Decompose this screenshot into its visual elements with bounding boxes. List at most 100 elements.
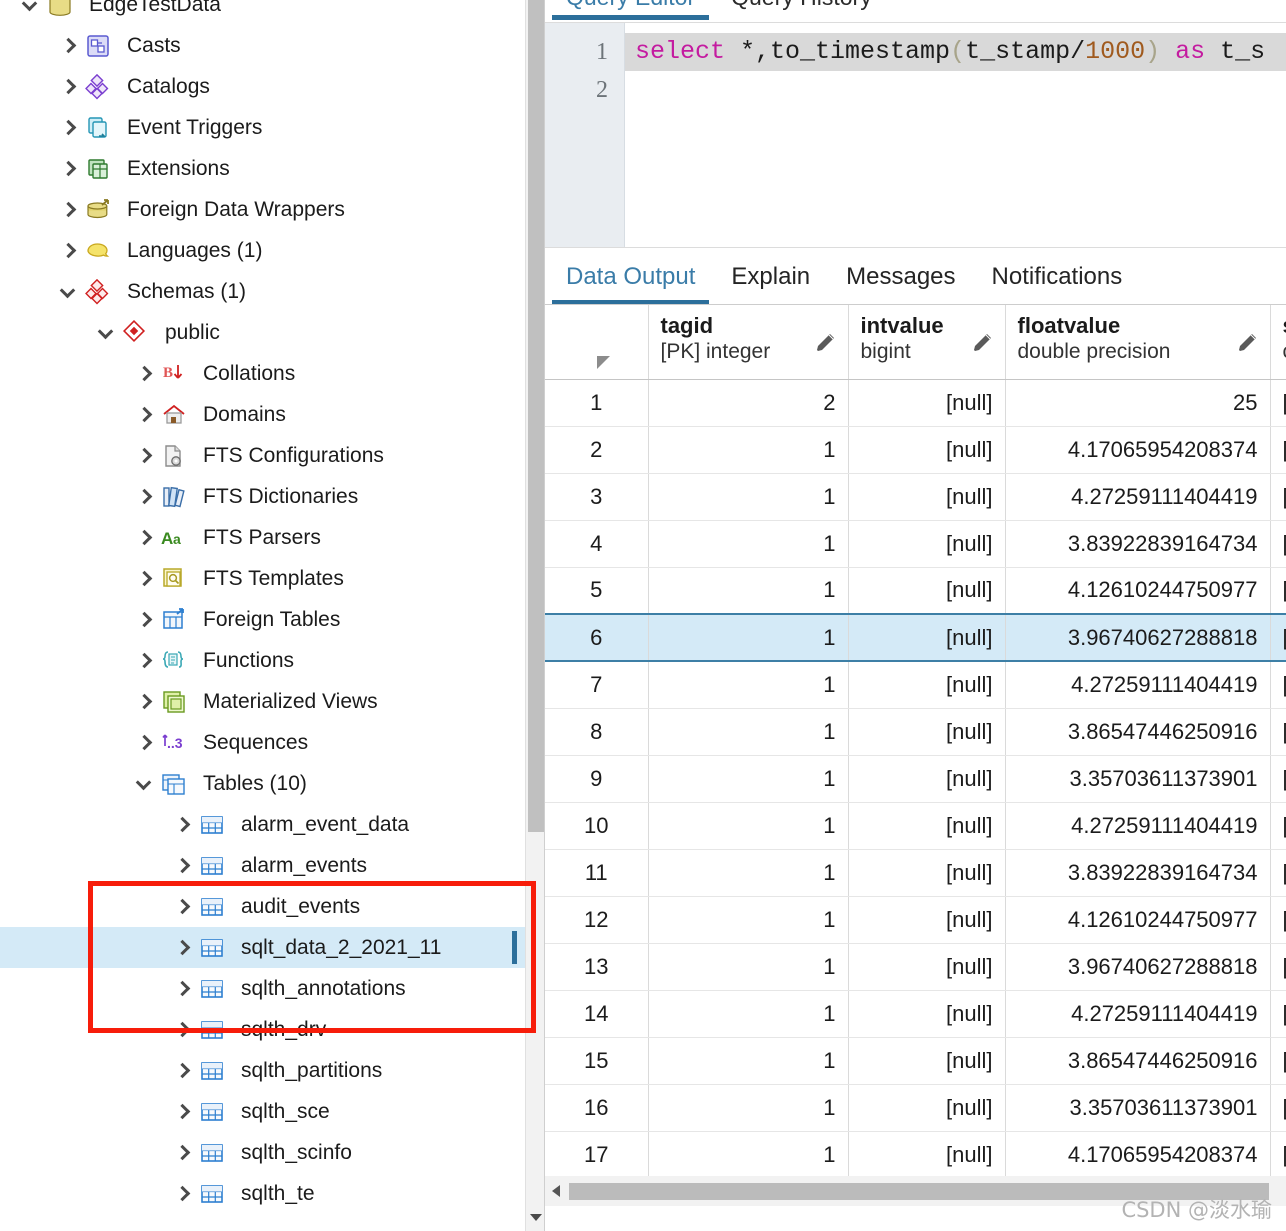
chevron-down-icon[interactable]	[98, 325, 114, 341]
sidebar-scrollbar-thumb[interactable]	[528, 0, 544, 832]
column-header-s[interactable]: sc	[1270, 305, 1286, 380]
tree-item-sqlth-scinfo[interactable]: sqlth_scinfo	[0, 1132, 527, 1173]
cell-floatvalue[interactable]: 3.96740627288818	[1005, 943, 1271, 991]
cell-floatvalue[interactable]: 4.17065954208374	[1005, 1131, 1271, 1179]
cell-tagid[interactable]: 1	[648, 849, 849, 897]
chevron-right-icon[interactable]	[174, 1104, 190, 1120]
tree-item-public[interactable]: public	[0, 312, 527, 353]
cell-s[interactable]: [n	[1270, 708, 1286, 756]
cell-s[interactable]: [n	[1270, 661, 1286, 709]
scroll-left-arrow-icon[interactable]	[545, 1176, 569, 1206]
tree-item-event-triggers[interactable]: Event Triggers	[0, 107, 527, 148]
object-tree[interactable]: EdgeTestData Casts Catalogs Event Triggers E…	[0, 0, 527, 1214]
cell-intvalue[interactable]: [null]	[848, 473, 1006, 521]
table-row[interactable]: 91[null]3.35703611373901[n	[545, 755, 1286, 803]
chevron-right-icon[interactable]	[136, 448, 152, 464]
table-row[interactable]: 131[null]3.96740627288818[n	[545, 943, 1286, 991]
chevron-right-icon[interactable]	[174, 1145, 190, 1161]
cell-s[interactable]: [n	[1270, 426, 1286, 474]
table-row[interactable]: 101[null]4.27259111404419[n	[545, 802, 1286, 850]
cell-tagid[interactable]: 1	[648, 755, 849, 803]
cell-tagid[interactable]: 1	[648, 708, 849, 756]
tree-item-audit-events[interactable]: audit_events	[0, 886, 527, 927]
table-row[interactable]: 21[null]4.17065954208374[n	[545, 426, 1286, 474]
chevron-right-icon[interactable]	[136, 694, 152, 710]
cell-floatvalue[interactable]: 4.27259111404419	[1005, 802, 1271, 850]
table-row[interactable]: 161[null]3.35703611373901[n	[545, 1084, 1286, 1132]
cell-s[interactable]: [n	[1270, 567, 1286, 615]
tree-item-sqlth-te[interactable]: sqlth_te	[0, 1173, 527, 1214]
cell-floatvalue[interactable]: 4.12610244750977	[1005, 567, 1271, 615]
cell-tagid[interactable]: 1	[648, 473, 849, 521]
tree-item-sequences[interactable]: ..3 Sequences	[0, 722, 527, 763]
tree-item-catalogs[interactable]: Catalogs	[0, 66, 527, 107]
chevron-right-icon[interactable]	[174, 940, 190, 956]
cell-s[interactable]: [n	[1270, 755, 1286, 803]
tree-item-sqlth-partitions[interactable]: sqlth_partitions	[0, 1050, 527, 1091]
cell-tagid[interactable]: 1	[648, 613, 849, 662]
chevron-right-icon[interactable]	[136, 407, 152, 423]
editor-code-area[interactable]: select *,to_timestamp(t_stamp/1000) as t…	[625, 23, 1286, 247]
tree-item-foreign-data-wrappers[interactable]: Foreign Data Wrappers	[0, 189, 527, 230]
tree-item-domains[interactable]: Domains	[0, 394, 527, 435]
cell-intvalue[interactable]: [null]	[848, 1037, 1006, 1085]
cell-s[interactable]: [n	[1270, 613, 1286, 662]
chevron-right-icon[interactable]	[174, 1186, 190, 1202]
tab-notifications[interactable]: Notifications	[974, 248, 1141, 305]
chevron-right-icon[interactable]	[60, 243, 76, 259]
tree-item-fts-configurations[interactable]: FTS Configurations	[0, 435, 527, 476]
cell-floatvalue[interactable]: 4.27259111404419	[1005, 473, 1271, 521]
cell-intvalue[interactable]: [null]	[848, 802, 1006, 850]
cell-intvalue[interactable]: [null]	[848, 1084, 1006, 1132]
cell-floatvalue[interactable]: 3.83922839164734	[1005, 849, 1271, 897]
cell-s[interactable]: [n	[1270, 990, 1286, 1038]
tree-item-schemas-1[interactable]: Schemas (1)	[0, 271, 527, 312]
cell-intvalue[interactable]: [null]	[848, 567, 1006, 615]
tab-explain[interactable]: Explain	[713, 248, 828, 305]
table-row[interactable]: 12[null]25[n	[545, 379, 1286, 427]
table-row[interactable]: 41[null]3.83922839164734[n	[545, 520, 1286, 568]
table-row[interactable]: 61[null]3.96740627288818[n	[545, 613, 1286, 662]
cell-floatvalue[interactable]: 4.27259111404419	[1005, 990, 1271, 1038]
tree-item-foreign-tables[interactable]: Foreign Tables	[0, 599, 527, 640]
cell-floatvalue[interactable]: 25	[1005, 379, 1271, 427]
cell-tagid[interactable]: 1	[648, 661, 849, 709]
chevron-right-icon[interactable]	[60, 38, 76, 54]
cell-intvalue[interactable]: [null]	[848, 896, 1006, 944]
tree-item-fts-dictionaries[interactable]: FTS Dictionaries	[0, 476, 527, 517]
cell-s[interactable]: [n	[1270, 1084, 1286, 1132]
cell-floatvalue[interactable]: 3.35703611373901	[1005, 755, 1271, 803]
sql-editor[interactable]: 1 2 select *,to_timestamp(t_stamp/1000) …	[545, 22, 1286, 247]
chevron-right-icon[interactable]	[60, 202, 76, 218]
tree-item-collations[interactable]: B Collations	[0, 353, 527, 394]
cell-s[interactable]: [n	[1270, 802, 1286, 850]
tab-data-output[interactable]: Data Output	[548, 248, 713, 305]
cell-floatvalue[interactable]: 3.86547446250916	[1005, 708, 1271, 756]
chevron-right-icon[interactable]	[174, 981, 190, 997]
column-header-intvalue[interactable]: intvalue bigint	[848, 305, 1006, 380]
chevron-right-icon[interactable]	[136, 366, 152, 382]
cell-s[interactable]: [n	[1270, 520, 1286, 568]
cell-s[interactable]: [n	[1270, 379, 1286, 427]
data-output-grid[interactable]: tagid [PK] integer intvalue bigint floatvalu…	[545, 304, 1286, 1184]
table-row[interactable]: 51[null]4.12610244750977[n	[545, 567, 1286, 615]
sidebar-scrollbar-track[interactable]	[525, 0, 544, 1231]
chevron-right-icon[interactable]	[60, 161, 76, 177]
cell-intvalue[interactable]: [null]	[848, 426, 1006, 474]
table-row[interactable]: 81[null]3.86547446250916[n	[545, 708, 1286, 756]
chevron-right-icon[interactable]	[174, 1063, 190, 1079]
tree-item-alarm-event-data[interactable]: alarm_event_data	[0, 804, 527, 845]
tree-item-alarm-events[interactable]: alarm_events	[0, 845, 527, 886]
cell-s[interactable]: [n	[1270, 943, 1286, 991]
chevron-right-icon[interactable]	[60, 120, 76, 136]
tree-item-fts-parsers[interactable]: Aa FTS Parsers	[0, 517, 527, 558]
cell-intvalue[interactable]: [null]	[848, 990, 1006, 1038]
tree-item-casts[interactable]: Casts	[0, 25, 527, 66]
sql-line-1[interactable]: select *,to_timestamp(t_stamp/1000) as t…	[625, 33, 1286, 71]
chevron-down-icon[interactable]	[136, 776, 152, 792]
cell-intvalue[interactable]: [null]	[848, 849, 1006, 897]
tree-item-materialized-views[interactable]: Materialized Views	[0, 681, 527, 722]
cell-tagid[interactable]: 1	[648, 990, 849, 1038]
chevron-right-icon[interactable]	[136, 571, 152, 587]
cell-tagid[interactable]: 2	[648, 379, 849, 427]
